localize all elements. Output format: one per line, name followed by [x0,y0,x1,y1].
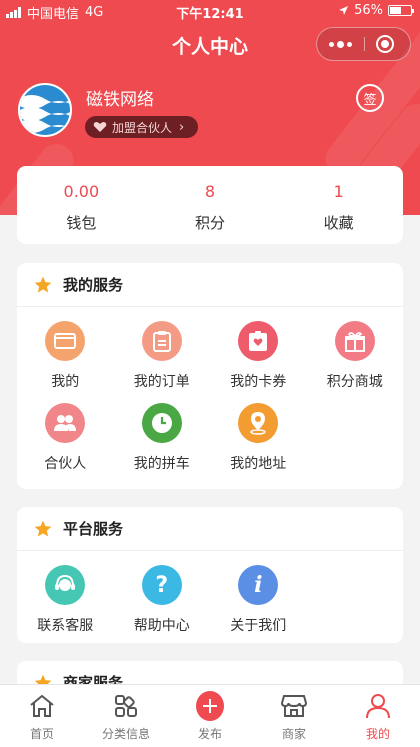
stat-label: 钱包 [66,214,97,232]
capsule-divider [364,37,365,51]
sign-in-button[interactable]: 签 [356,84,384,112]
user-icon [364,692,392,720]
plus-icon [196,691,224,721]
service-item-wallet[interactable]: 我的 [17,321,114,391]
service-item-help-center[interactable]: ? 帮助中心 [114,565,211,635]
section-header: 我的服务 [17,263,403,307]
stat-value: 8 [204,182,216,201]
service-label: 合伙人 [44,456,87,472]
star-icon [34,520,52,536]
gift-icon [334,321,375,361]
stat-value: 0.00 [63,182,100,201]
tab-label: 发布 [197,727,222,741]
star-icon [34,276,52,292]
tab-publish[interactable]: 发布 [168,685,252,747]
tab-merchant[interactable]: 商家 [252,685,336,747]
avatar[interactable] [18,83,72,137]
status-bar: 中国电信 4G 下午12:41 56% [0,0,420,22]
tab-mine[interactable]: 我的 [336,685,420,747]
stat-value: 1 [333,182,344,201]
help-icon: ? [141,565,182,605]
service-item-customer-service[interactable]: 联系客服 [17,565,114,635]
clock-icon [141,403,182,443]
stat-label: 收藏 [323,214,354,232]
service-label: 联系客服 [37,618,94,634]
service-item-coupons[interactable]: 我的卡券 [210,321,307,391]
section-header: 平台服务 [17,507,403,551]
mini-program-capsule [316,27,411,61]
customer-service-icon [45,565,86,605]
stat-points[interactable]: 8 积分 [146,166,275,244]
status-right: 56% [338,3,414,18]
order-icon [141,321,182,361]
location-icon [238,403,279,443]
service-label: 我的 [51,374,80,390]
battery-icon [388,5,414,16]
service-label: 关于我们 [230,618,287,634]
service-label: 积分商城 [326,374,383,390]
join-partner-button[interactable]: 加盟合伙人 › [85,116,198,138]
store-icon [280,692,308,720]
section-title: 平台服务 [63,520,124,538]
category-icon [112,692,140,720]
service-item-points-mall[interactable]: 积分商城 [307,321,404,391]
location-arrow-icon [339,6,349,15]
stat-wallet[interactable]: 0.00 钱包 [17,166,146,244]
service-item-partners[interactable]: 合伙人 [17,403,114,473]
tab-home[interactable]: 首页 [0,685,84,747]
stats-card: 0.00 钱包 8 积分 1 收藏 [17,166,403,244]
service-item-address[interactable]: 我的地址 [210,403,307,473]
partners-icon [45,403,86,443]
section-title: 我的服务 [63,276,124,294]
my-services-card: 我的服务 我的 我的订单 我的卡券 积分商城 合伙人 我的拼车 我的地址 [17,263,403,489]
battery-percent: 56% [354,3,383,18]
stat-favorites[interactable]: 1 收藏 [274,166,403,244]
handshake-icon [93,122,107,132]
logo-avatar-image [20,85,70,135]
service-item-orders[interactable]: 我的订单 [114,321,211,391]
sign-in-label: 签 [363,92,377,108]
tab-label: 分类信息 [101,727,150,741]
service-label: 我的拼车 [133,456,190,472]
tab-label: 我的 [365,727,390,741]
service-item-carpool[interactable]: 我的拼车 [114,403,211,473]
tab-category[interactable]: 分类信息 [84,685,168,747]
close-mini-program-button[interactable] [376,35,394,53]
more-menu-button[interactable] [317,28,364,60]
coupon-icon [238,321,279,361]
chevron-right-icon: › [179,119,185,135]
service-label: 我的地址 [230,456,287,472]
platform-services-card: 平台服务 联系客服 ? 帮助中心 i 关于我们 [17,507,403,643]
service-label: 帮助中心 [133,618,190,634]
service-item-about-us[interactable]: i 关于我们 [210,565,307,635]
tab-label: 首页 [29,727,54,741]
home-icon [28,692,56,720]
info-icon: i [238,565,279,605]
username: 磁铁网络 [86,90,154,110]
stat-label: 积分 [195,214,226,232]
tab-label: 商家 [281,727,306,741]
service-label: 我的订单 [133,374,190,390]
service-label: 我的卡券 [230,374,287,390]
tab-bar: 首页 分类信息 发布 商家 我的 [0,684,420,747]
partner-badge-label: 加盟合伙人 [112,120,173,135]
wallet-icon [45,321,86,361]
